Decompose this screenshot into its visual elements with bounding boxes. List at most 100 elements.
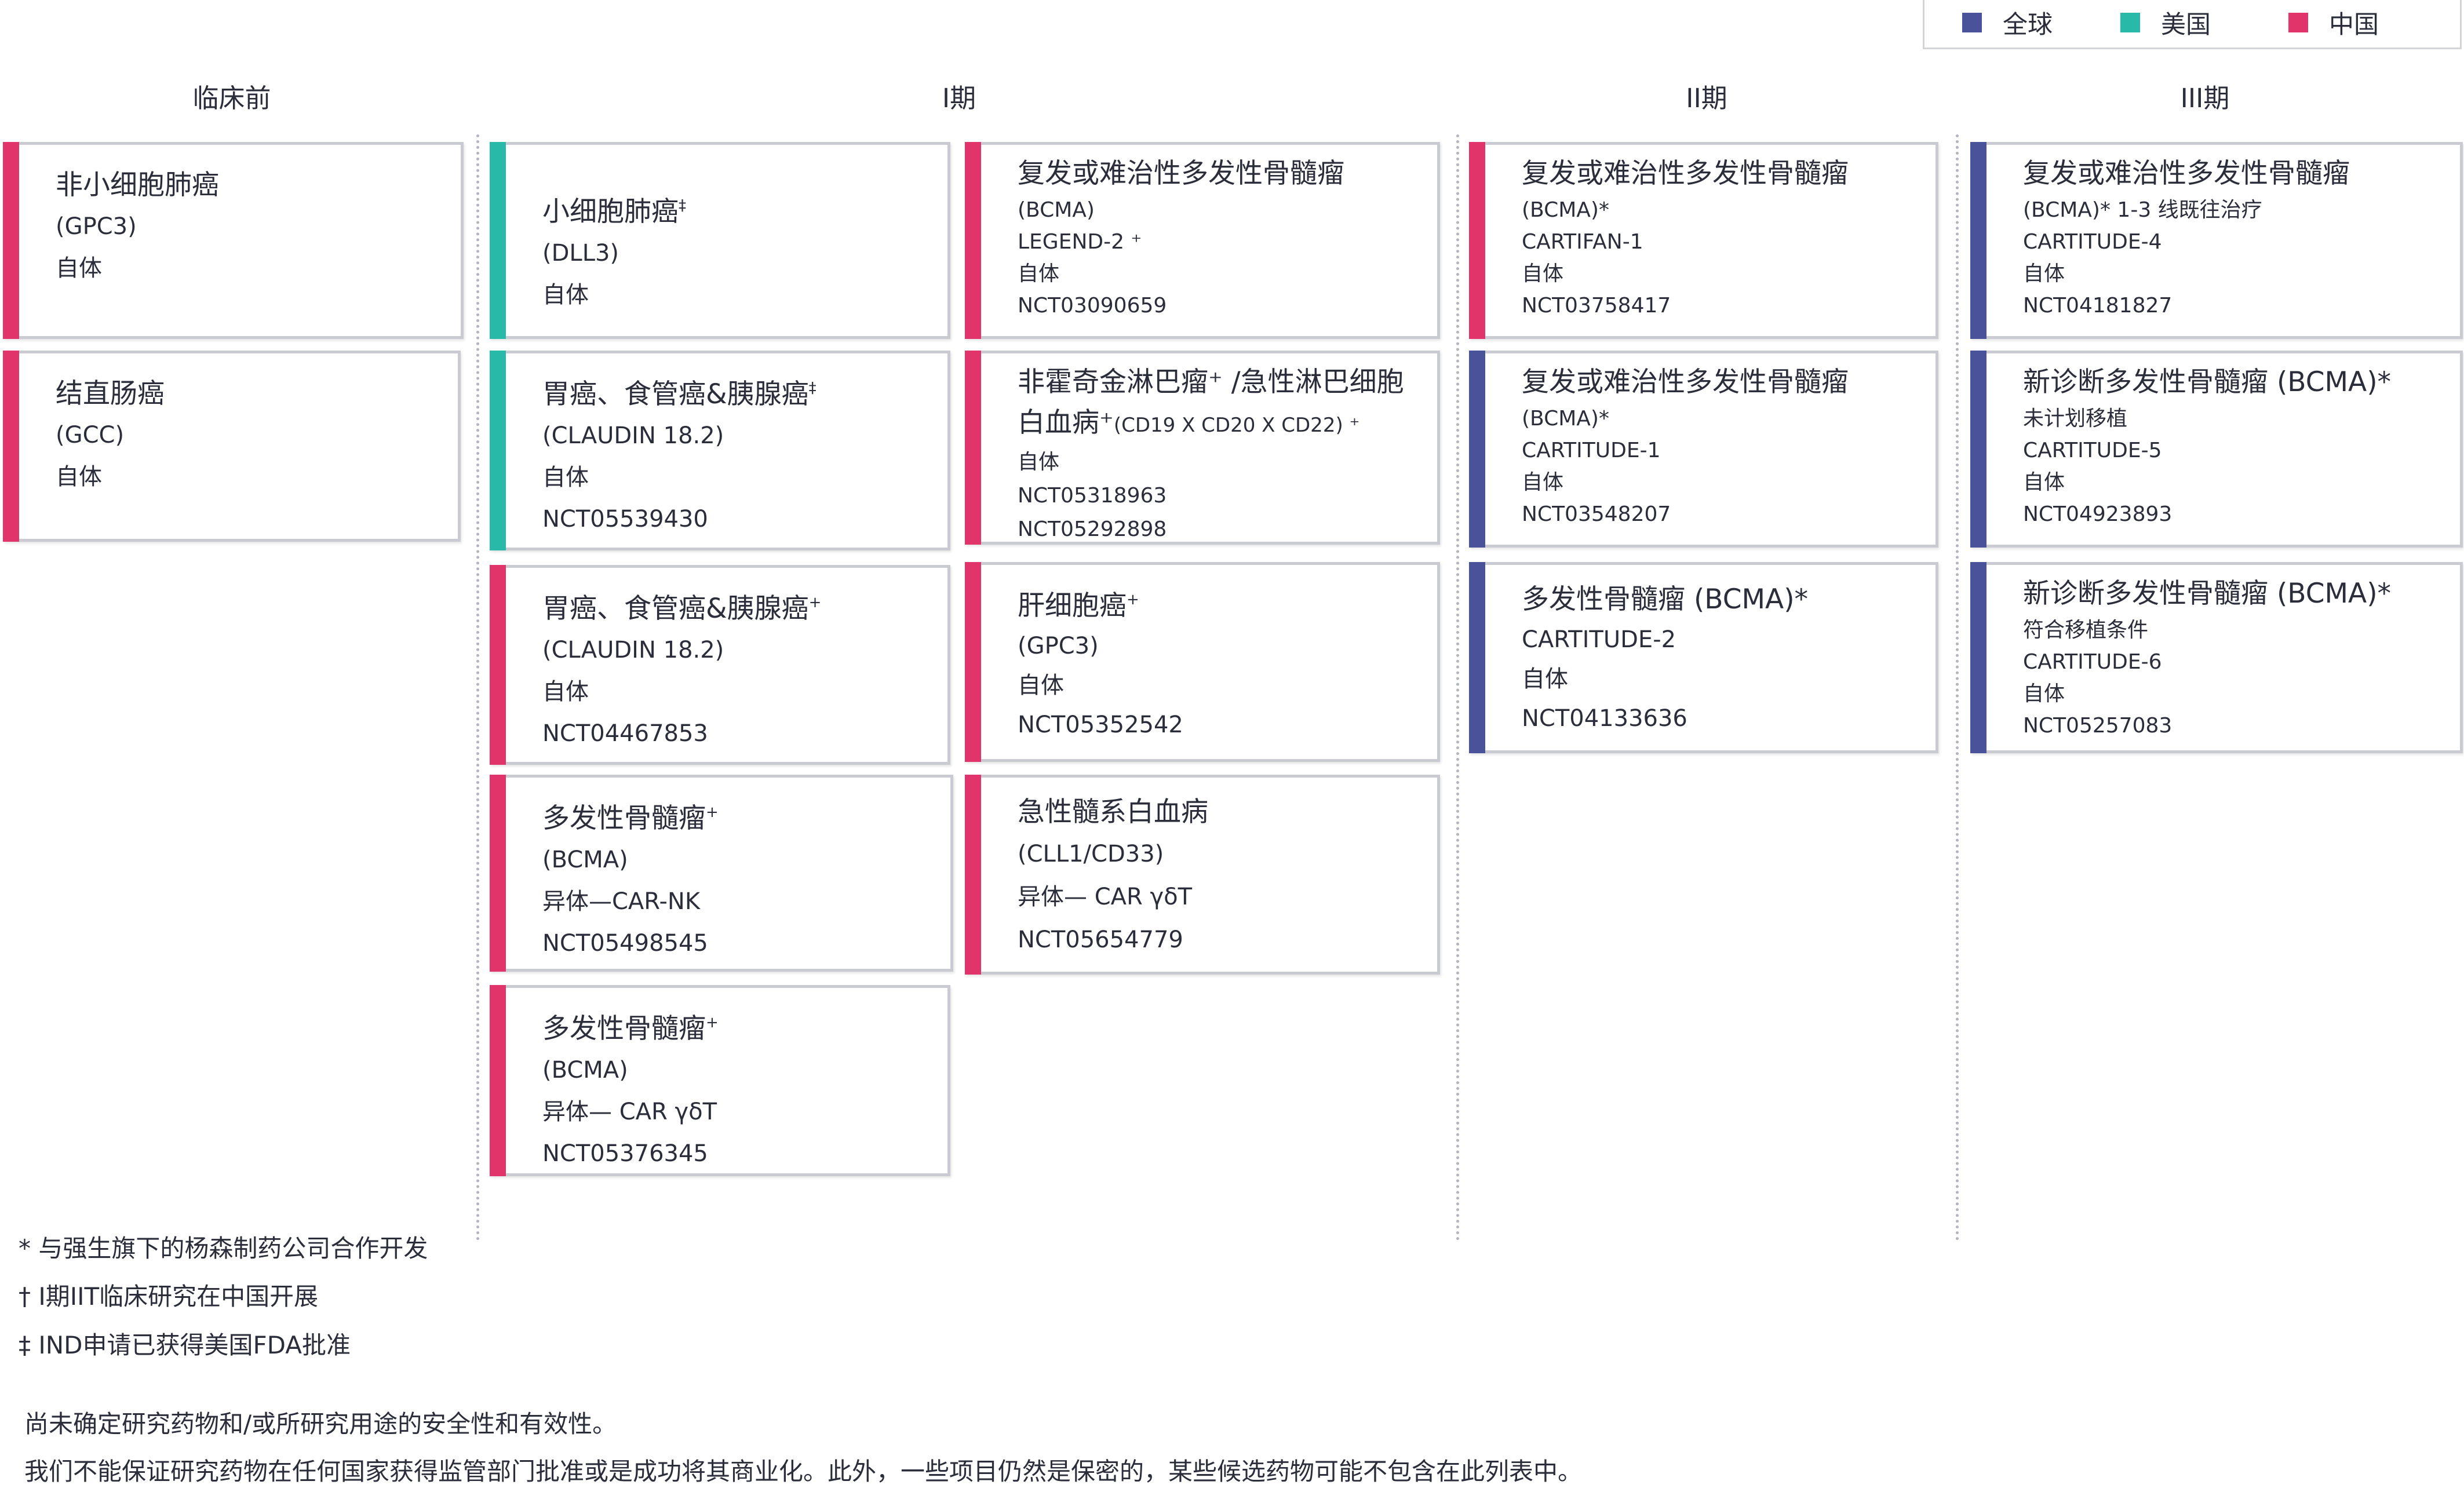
card-body: 复发或难治性多发性骨髓瘤 (BCMA)* CARTITUDE-1 自体 NCT03548… <box>1522 362 1924 530</box>
card-detail-line: NCT04923893 <box>2023 502 2173 526</box>
region-color-bar <box>490 775 506 972</box>
indication-text: 结直肠癌 <box>56 378 165 410</box>
footnote-iit: † I期IIT临床研究在中国开展 <box>19 1282 319 1311</box>
card-detail-line: CARTITUDE-2 <box>1522 626 1676 653</box>
card-body: 胃癌、食管癌&胰腺癌‡ (CLAUDIN 18.2) 自体 NCT05539430 <box>542 368 936 540</box>
card-detail-line: 异体— CAR γδT <box>542 1099 717 1125</box>
indication-title: 非小细胞肺癌 <box>56 165 449 206</box>
card-detail-line: NCT04467853 <box>542 720 708 747</box>
column-divider <box>1956 134 1959 1241</box>
pipeline-card: 多发性骨髓瘤 (BCMA)* CARTITUDE-2 自体 NCT04133636 <box>1469 562 1938 753</box>
column-divider <box>476 134 479 1241</box>
indication-title: 多发性骨髓瘤+ <box>542 1002 936 1049</box>
card-body: 胃癌、食管癌&胰腺癌+ (CLAUDIN 18.2) 自体 NCT04467853 <box>542 582 936 754</box>
card-detail-line: NCT04133636 <box>1522 705 1687 732</box>
pipeline-card: 多发性骨髓瘤+ (BCMA) 异体—CAR-NK NCT05498545 <box>490 775 953 972</box>
indication-title: 复发或难治性多发性骨髓瘤 <box>1522 362 1924 403</box>
card-detail-line: NCT05318963 <box>1018 484 1167 508</box>
indication-text: 白血病⁺ <box>1018 407 1114 439</box>
card-detail-line: 自体 <box>2023 470 2065 494</box>
card-detail-line: 自体 <box>1018 262 1060 286</box>
card-body: 肝细胞癌+ (GPC3) 自体 NCT05352542 <box>1018 579 1426 745</box>
region-color-bar <box>3 142 19 339</box>
indication-text: 多发性骨髓瘤 <box>542 1013 706 1045</box>
card-detail-line: (BCMA) <box>542 1057 628 1084</box>
indication-text: 复发或难治性多发性骨髓瘤 <box>2023 158 2350 189</box>
footnote-janssen: * 与强生旗下的杨森制药公司合作开发 <box>19 1234 428 1263</box>
indication-text: 新诊断多发性骨髓瘤 (BCMA)* <box>2023 578 2392 610</box>
region-color-bar <box>1469 351 1485 548</box>
indication-title: 新诊断多发性骨髓瘤 (BCMA)* <box>2023 362 2448 403</box>
card-detail-line: 自体 <box>2023 262 2065 286</box>
disclaimer-line-2: 我们不能保证研究药物在任何国家获得监管部门批准或是成功将其商业化。此外，一些项目… <box>24 1457 1583 1486</box>
card-body: 非小细胞肺癌 (GPC3) 自体 <box>56 165 449 289</box>
card-body: 急性髓系白血病 (CLL1/CD33) 异体— CAR γδT NCT05654779 <box>1018 792 1426 961</box>
indication-title: 复发或难治性多发性骨髓瘤 <box>1018 154 1426 194</box>
card-detail-line: 自体 <box>1018 450 1060 474</box>
legend-swatch-global <box>1962 13 1982 32</box>
footnote-marker: + <box>1127 591 1139 608</box>
pipeline-card: 复发或难治性多发性骨髓瘤 (BCMA)* CARTIFAN-1 自体 NCT037584… <box>1469 142 1938 339</box>
card-detail-line: (BCMA)* <box>1522 198 1609 222</box>
indication-title: 小细胞肺癌‡ <box>542 185 936 232</box>
card-detail-line: CARTIFAN-1 <box>1522 230 1643 254</box>
card-body: 结直肠癌 (GCC) 自体 <box>56 374 446 498</box>
card-detail-line: 异体— CAR γδT <box>1018 884 1193 910</box>
card-detail-line: (GCC) <box>56 422 125 448</box>
card-body: 新诊断多发性骨髓瘤 (BCMA)* 符合移植条件 CARTITUDE-6 自体 NCT0… <box>2023 574 2448 742</box>
indication-text: 复发或难治性多发性骨髓瘤 <box>1018 158 1344 189</box>
pipeline-card: 结直肠癌 (GCC) 自体 <box>3 351 461 542</box>
pipeline-card: 胃癌、食管癌&胰腺癌+ (CLAUDIN 18.2) 自体 NCT04467853 <box>490 565 950 765</box>
indication-text: 新诊断多发性骨髓瘤 (BCMA)* <box>2023 366 2392 398</box>
pipeline-card: 非小细胞肺癌 (GPC3) 自体 <box>3 142 464 339</box>
card-body: 小细胞肺癌‡ (DLL3) 自体 <box>542 185 936 316</box>
region-color-bar <box>490 565 506 765</box>
card-detail-line: CARTITUDE-4 <box>2023 230 2162 254</box>
card-detail-line: (GPC3) <box>56 213 137 240</box>
region-legend: 全球 美国 中国 <box>1923 0 2462 49</box>
region-color-bar <box>3 351 19 542</box>
card-detail-line: 自体 <box>542 464 589 491</box>
card-detail-line: 异体—CAR-NK <box>542 888 701 915</box>
indication-title: 非霍奇金淋巴瘤⁺ /急性淋巴细胞 <box>1018 362 1426 403</box>
region-color-bar <box>965 562 981 762</box>
card-detail-line: 符合移植条件 <box>2023 618 2149 642</box>
region-color-bar <box>1469 562 1485 753</box>
indication-title: 胃癌、食管癌&胰腺癌+ <box>542 582 936 629</box>
card-body: 多发性骨髓瘤 (BCMA)* CARTITUDE-2 自体 NCT04133636 <box>1522 579 1924 738</box>
column-divider <box>1456 134 1459 1241</box>
indication-text: 多发性骨髓瘤 <box>542 802 706 834</box>
card-detail-line: (BCMA) <box>542 847 628 873</box>
pipeline-card: 胃癌、食管癌&胰腺癌‡ (CLAUDIN 18.2) 自体 NCT05539430 <box>490 351 950 550</box>
card-detail-line: 自体 <box>56 464 102 490</box>
indication-text: 复发或难治性多发性骨髓瘤 <box>1522 366 1849 398</box>
card-detail-line: 自体 <box>542 282 589 308</box>
card-detail-line: NCT03548207 <box>1522 502 1671 526</box>
card-detail-line: CARTITUDE-1 <box>1522 439 1661 462</box>
footnote-marker: + <box>808 594 822 611</box>
pipeline-card: 复发或难治性多发性骨髓瘤 (BCMA) LEGEND-2 ⁺ 自体 NCT0309065… <box>965 142 1440 339</box>
card-body: 非霍奇金淋巴瘤⁺ /急性淋巴细胞 白血病⁺(CD19 X CD20 X CD22)… <box>1018 362 1426 546</box>
region-color-bar <box>490 142 506 339</box>
footnote-ind: ‡ IND申请已获得美国FDA批准 <box>19 1331 351 1359</box>
pipeline-card: 新诊断多发性骨髓瘤 (BCMA)* 未计划移植 CARTITUDE-5 自体 NCT04… <box>1970 351 2463 548</box>
legend-label: 中国 <box>2329 10 2379 39</box>
pipeline-card: 急性髓系白血病 (CLL1/CD33) 异体— CAR γδT NCT05654779 <box>965 775 1440 975</box>
footnote-marker: ‡ <box>679 197 686 214</box>
legend-swatch-us <box>2120 13 2140 32</box>
card-detail-line: 自体 <box>1522 470 1564 494</box>
card-detail-line: NCT05257083 <box>2023 714 2173 738</box>
legend-label: 美国 <box>2161 10 2211 39</box>
card-detail-line: (GPC3) <box>1018 633 1099 659</box>
legend-label: 全球 <box>2003 10 2053 39</box>
phase-header-phase2: II期 <box>1686 83 1727 114</box>
indication-title: 复发或难治性多发性骨髓瘤 <box>2023 154 2448 194</box>
region-color-bar <box>1970 562 1986 753</box>
region-color-bar <box>1970 351 1986 548</box>
card-detail-line: (BCMA) <box>1018 198 1095 222</box>
card-detail-line: NCT05292898 <box>1018 517 1167 541</box>
card-detail-line: 自体 <box>542 678 589 705</box>
card-detail-line: NCT05654779 <box>1018 926 1183 953</box>
region-color-bar <box>1970 142 1986 339</box>
indication-text: 多发性骨髓瘤 (BCMA)* <box>1522 583 1809 615</box>
